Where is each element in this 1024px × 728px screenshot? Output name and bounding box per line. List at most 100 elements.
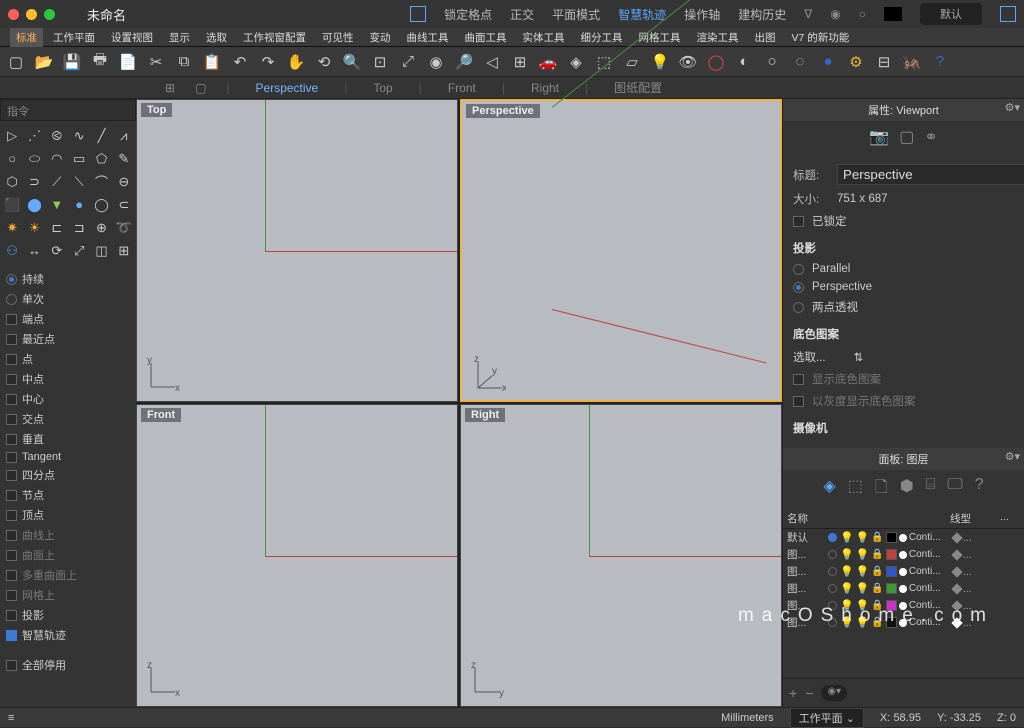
layer-options-icon[interactable]: ◉▾ bbox=[821, 685, 847, 701]
menu-tab[interactable]: 变动 bbox=[364, 28, 397, 47]
opt-icon[interactable]: ⚙ bbox=[845, 51, 867, 73]
viewport-tab[interactable]: Right bbox=[525, 79, 565, 97]
text-tool-icon[interactable]: ⊂ bbox=[114, 194, 134, 215]
zoom-win-icon[interactable]: ⊡ bbox=[369, 51, 391, 73]
viewport-right[interactable]: Right zy bbox=[460, 404, 782, 707]
osnap-cb[interactable] bbox=[6, 550, 17, 561]
bulb-icon[interactable]: 💡 bbox=[840, 616, 854, 629]
layer-row[interactable]: 图... 💡 💡 🔒 Conti... ... bbox=[783, 580, 1024, 597]
osnap-cb[interactable] bbox=[6, 452, 17, 463]
menu-tab[interactable]: V7 的新功能 bbox=[786, 28, 856, 47]
cplane-dropdown[interactable]: 工作平面 ⌄ bbox=[790, 708, 864, 728]
print-color-icon[interactable] bbox=[951, 532, 962, 543]
bulb-dim-icon[interactable]: 💡 bbox=[856, 599, 870, 612]
new-icon[interactable]: ▢ bbox=[5, 51, 27, 73]
mirror-tool-icon[interactable]: ◫ bbox=[91, 240, 111, 261]
render-icon[interactable]: ◯ bbox=[705, 51, 727, 73]
layer-icon[interactable]: ◈ bbox=[565, 51, 587, 73]
toggle-gumball[interactable]: 操作轴 bbox=[684, 6, 720, 23]
ellipse-tool-icon[interactable]: ⬭ bbox=[24, 148, 44, 169]
sphere-icon[interactable]: ● bbox=[817, 51, 839, 73]
layer-row[interactable]: 图... 💡 💡 🔒 Conti... ... bbox=[783, 546, 1024, 563]
minimize-button[interactable] bbox=[26, 9, 37, 20]
rect-tool-icon[interactable]: ▭ bbox=[69, 148, 89, 169]
pan-icon[interactable]: ✋ bbox=[285, 51, 307, 73]
cap-tool-icon[interactable]: ⊐ bbox=[69, 217, 89, 238]
menu-tab[interactable]: 曲线工具 bbox=[401, 28, 455, 47]
print-color-icon[interactable] bbox=[951, 583, 962, 594]
material-swatch[interactable] bbox=[899, 568, 907, 576]
projection-radio[interactable] bbox=[793, 302, 804, 313]
projection-radio[interactable] bbox=[793, 282, 804, 293]
rot-tool-icon[interactable]: ⟳ bbox=[47, 240, 67, 261]
osnap-cb[interactable] bbox=[6, 394, 17, 405]
chevron-updown-icon[interactable]: ⇅ bbox=[854, 350, 864, 364]
layer-current-radio[interactable] bbox=[828, 533, 837, 542]
explode-tool-icon[interactable]: ✷ bbox=[2, 217, 22, 238]
viewport-label[interactable]: Perspective bbox=[466, 104, 540, 118]
col-header[interactable]: ... bbox=[1000, 511, 1020, 526]
lock-icon[interactable]: 🔒 bbox=[871, 549, 883, 560]
bulb-icon[interactable]: 💡 bbox=[840, 599, 854, 612]
arc-tool-icon[interactable]: ◠ bbox=[47, 148, 67, 169]
circle-tool-icon[interactable]: ○ bbox=[2, 148, 22, 169]
layer-color-swatch[interactable] bbox=[886, 566, 897, 577]
osnap-cb[interactable] bbox=[6, 314, 17, 325]
zoom-sel-icon[interactable]: ◉ bbox=[425, 51, 447, 73]
save-icon[interactable]: 💾 bbox=[61, 51, 83, 73]
lock-icon[interactable]: 🔒 bbox=[871, 583, 883, 594]
cyl-tool-icon[interactable]: ⬤ bbox=[24, 194, 44, 215]
layer-current-radio[interactable] bbox=[828, 601, 837, 610]
wallpaper-gray-cb[interactable] bbox=[793, 396, 804, 407]
gear-icon[interactable]: ⚙▾ bbox=[1005, 101, 1020, 114]
layer-color-swatch[interactable] bbox=[886, 583, 897, 594]
viewport-tab[interactable]: Top bbox=[367, 79, 398, 97]
lock-icon[interactable]: 🔒 bbox=[871, 600, 883, 611]
menu-tab[interactable]: 实体工具 bbox=[517, 28, 571, 47]
line-tool-icon[interactable]: ╱ bbox=[91, 125, 111, 146]
osnap-disable-cb[interactable] bbox=[6, 660, 17, 671]
add-layer-icon[interactable]: + bbox=[789, 685, 797, 701]
osnap-cb[interactable] bbox=[6, 490, 17, 501]
scale-tool-icon[interactable]: ⤢ bbox=[69, 240, 89, 261]
cut-icon[interactable]: ✂ bbox=[145, 51, 167, 73]
viewport-front[interactable]: Front zx bbox=[136, 404, 458, 707]
viewport-title-input[interactable] bbox=[837, 164, 1024, 185]
bulb-icon[interactable]: 💡 bbox=[840, 582, 854, 595]
layer-color-swatch[interactable] bbox=[886, 617, 897, 628]
polygon-tool-icon[interactable]: ⬠ bbox=[91, 148, 111, 169]
bulb-dim-icon[interactable]: 💡 bbox=[856, 548, 870, 561]
osnap-cb[interactable] bbox=[6, 630, 17, 641]
print-color-icon[interactable] bbox=[951, 566, 962, 577]
print-color-icon[interactable] bbox=[951, 617, 962, 628]
menu-tab[interactable]: 可见性 bbox=[316, 28, 360, 47]
osnap-cb[interactable] bbox=[6, 414, 17, 425]
wallpaper-select[interactable]: 选取... bbox=[793, 349, 826, 365]
locked-checkbox[interactable] bbox=[793, 216, 804, 227]
menu-tab[interactable]: 曲面工具 bbox=[459, 28, 513, 47]
hide-icon[interactable]: 👁 bbox=[677, 51, 699, 73]
grasshopper-icon[interactable]: 🦗 bbox=[901, 51, 923, 73]
toggle-history[interactable]: 建构历史 bbox=[738, 6, 786, 23]
layer-current-radio[interactable] bbox=[828, 567, 837, 576]
maxview-icon[interactable]: ⊞ bbox=[165, 81, 175, 95]
units-label[interactable]: Millimeters bbox=[721, 712, 774, 724]
bulb-icon[interactable]: 💡 bbox=[840, 548, 854, 561]
osnap-once-radio[interactable] bbox=[6, 294, 17, 305]
fourview-icon[interactable]: ⊞ bbox=[509, 51, 531, 73]
bulb-dim-icon[interactable]: 💡 bbox=[856, 565, 870, 578]
close-button[interactable] bbox=[8, 9, 19, 20]
viewport-label[interactable]: Front bbox=[141, 408, 181, 422]
record-icon[interactable]: ◉ bbox=[830, 7, 840, 21]
layer-dropdown[interactable]: 默认 bbox=[920, 3, 982, 25]
point-tool-icon[interactable]: ⋰ bbox=[24, 125, 44, 146]
pointer-tool-icon[interactable]: ▷ bbox=[2, 125, 22, 146]
print-color-icon[interactable] bbox=[951, 549, 962, 560]
cube-tab-icon[interactable]: ⬢ bbox=[900, 476, 914, 503]
color-swatch[interactable] bbox=[884, 7, 902, 21]
material-swatch[interactable] bbox=[899, 619, 907, 627]
bulb-dim-icon[interactable]: 💡 bbox=[856, 616, 870, 629]
lock-icon[interactable]: 🔒 bbox=[871, 566, 883, 577]
osnap-persist-radio[interactable] bbox=[6, 274, 17, 285]
print-icon[interactable]: 🖶 bbox=[89, 51, 111, 73]
